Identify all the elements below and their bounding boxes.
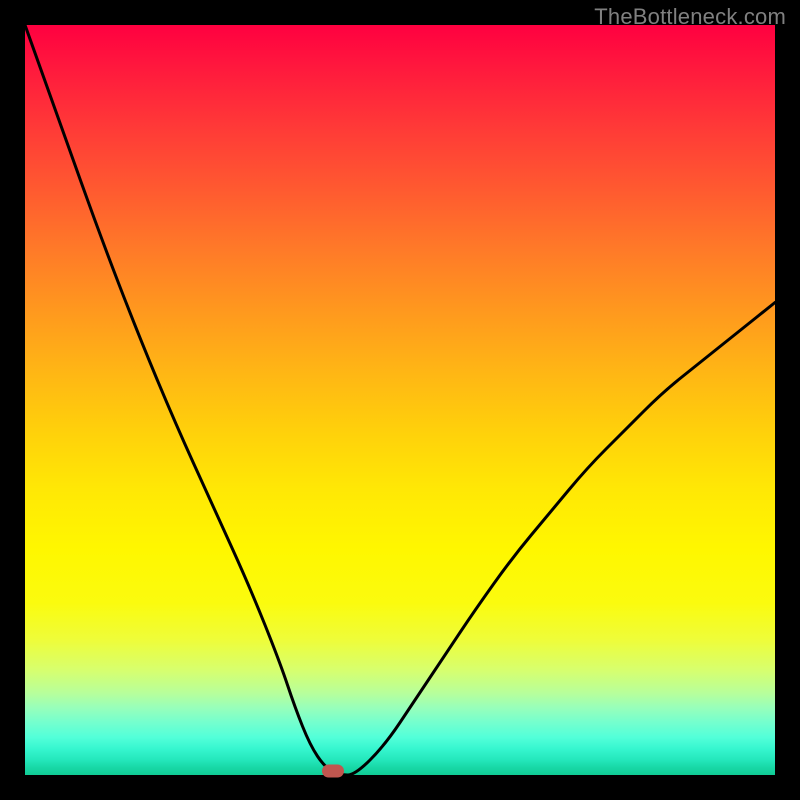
chart-frame: TheBottleneck.com <box>0 0 800 800</box>
bottleneck-curve <box>25 25 775 775</box>
plot-area <box>25 25 775 775</box>
bottleneck-marker <box>322 765 344 778</box>
watermark-text: TheBottleneck.com <box>594 4 786 30</box>
